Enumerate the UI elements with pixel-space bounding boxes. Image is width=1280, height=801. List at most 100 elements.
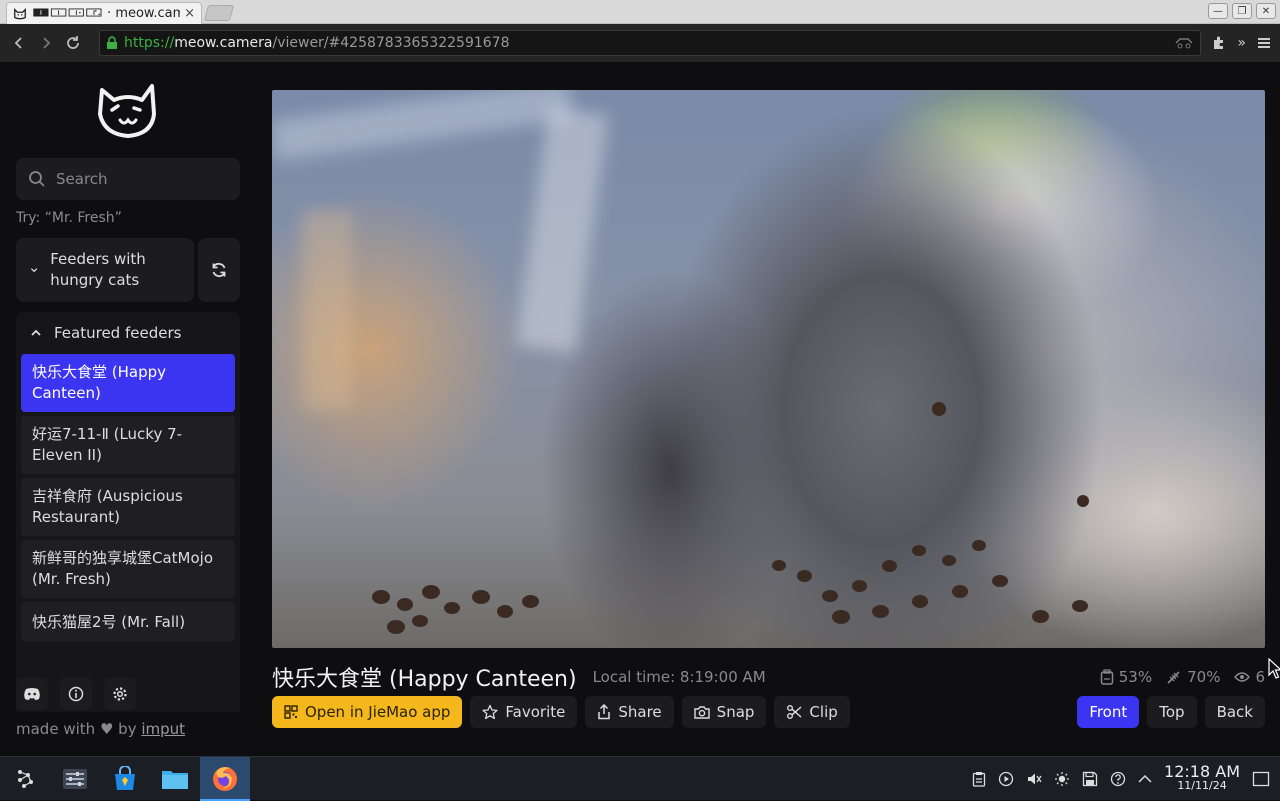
viewer-count-value: 6	[1255, 668, 1265, 686]
browser-tab[interactable]: 🀰🀱🀲🀳 · meow.camera ×	[6, 2, 202, 24]
featured-feeders-label: Featured feeders	[54, 324, 182, 342]
author-link[interactable]: imput	[141, 720, 185, 738]
feeder-stats: 53% 70% 6	[1100, 668, 1265, 686]
search-input[interactable]	[56, 170, 226, 188]
feeder-item-lucky-7-eleven[interactable]: 好运7-11-Ⅱ (Lucky 7-Eleven II)	[21, 416, 235, 474]
software-center-button[interactable]	[100, 757, 150, 801]
chevron-up-icon	[31, 329, 41, 336]
camera-icon	[693, 706, 710, 719]
view-top-button[interactable]: Top	[1147, 696, 1197, 728]
reload-icon[interactable]	[62, 32, 84, 54]
address-bar[interactable]: https://meow.camera/viewer/#425878336532…	[99, 30, 1202, 56]
scissors-icon	[787, 705, 802, 719]
firefox-icon	[213, 766, 237, 791]
extensions-icon[interactable]	[1211, 35, 1227, 51]
clip-button[interactable]: Clip	[774, 696, 850, 728]
overflow-chevron-icon[interactable]: »	[1237, 35, 1246, 51]
hungry-cats-toggle[interactable]: Feeders with hungry cats	[16, 238, 194, 302]
chevron-up-icon[interactable]	[1138, 774, 1152, 784]
favorite-button[interactable]: Favorite	[470, 696, 578, 728]
cat-favicon-icon	[14, 7, 26, 19]
feeder-item-mr-fall[interactable]: 快乐猫屋2号 (Mr. Fall)	[21, 602, 235, 642]
hungry-cats-label: Feeders with hungry cats	[50, 250, 146, 289]
snap-button[interactable]: Snap	[681, 696, 767, 728]
clip-label: Clip	[809, 703, 838, 721]
fish-bone-icon	[1167, 671, 1180, 684]
share-icon	[598, 704, 611, 720]
os-taskbar: 12:18 AM 11/11/24	[0, 756, 1280, 801]
food-level-value: 53%	[1118, 668, 1153, 686]
lock-icon	[107, 36, 117, 49]
taskbar-clock[interactable]: 12:18 AM 11/11/24	[1164, 761, 1240, 793]
settings-button[interactable]	[104, 678, 136, 710]
search-box[interactable]	[16, 158, 240, 200]
feeder-item-auspicious-restaurant[interactable]: 吉祥食府 (Auspicious Restaurant)	[21, 478, 235, 536]
by-text: by	[118, 720, 137, 738]
refresh-icon	[212, 262, 226, 278]
help-icon[interactable]	[1110, 771, 1126, 787]
system-tray: 12:18 AM 11/11/24	[972, 761, 1280, 793]
clock-time: 12:18 AM	[1164, 761, 1240, 781]
search-hint: Try: “Mr. Fresh”	[16, 210, 122, 226]
qr-code-icon	[284, 705, 298, 719]
info-button[interactable]	[60, 678, 92, 710]
restore-icon[interactable]: ❐	[1232, 3, 1252, 19]
browser-toolbar: https://meow.camera/viewer/#425878336532…	[0, 24, 1280, 62]
open-in-app-button[interactable]: Open in JieMao app	[272, 696, 463, 728]
save-disk-icon[interactable]	[1082, 771, 1098, 787]
minimize-icon[interactable]: —	[1208, 3, 1228, 19]
settings-sliders-icon	[63, 768, 87, 789]
viewer-count-stat: 6	[1234, 668, 1265, 686]
clipboard-icon[interactable]	[972, 771, 986, 787]
camera-view-switch: Front Top Back	[1077, 696, 1265, 728]
share-label: Share	[618, 703, 662, 721]
view-front-button[interactable]: Front	[1077, 696, 1140, 728]
made-with-text: made with	[16, 720, 96, 738]
feeder-item-label: 好运7-11-Ⅱ (Lucky 7-Eleven II)	[32, 425, 183, 464]
media-play-icon[interactable]	[998, 771, 1014, 787]
feeder-item-happy-canteen[interactable]: 快乐大食堂 (Happy Canteen)	[21, 354, 235, 412]
app-launcher-button[interactable]	[0, 757, 50, 801]
file-manager-button[interactable]	[150, 757, 200, 801]
view-back-button[interactable]: Back	[1204, 696, 1265, 728]
forward-icon[interactable]	[35, 32, 57, 54]
feeder-item-label: 吉祥食府 (Auspicious Restaurant)	[32, 487, 183, 526]
eye-icon	[1234, 672, 1251, 682]
share-button[interactable]: Share	[585, 696, 674, 728]
back-icon[interactable]	[8, 32, 30, 54]
discord-icon	[24, 688, 40, 700]
new-tab-button[interactable]	[203, 5, 235, 21]
snap-label: Snap	[716, 703, 755, 721]
local-time: Local time: 8:19:00 AM	[592, 668, 766, 686]
camera-feed[interactable]	[272, 90, 1265, 648]
search-icon	[29, 171, 45, 187]
food-container-icon	[1100, 669, 1114, 685]
view-front-label: Front	[1089, 703, 1128, 721]
star-icon	[482, 704, 499, 720]
clock-date: 11/11/24	[1177, 778, 1227, 792]
feeder-item-label: 快乐大食堂 (Happy Canteen)	[32, 363, 167, 402]
discord-button[interactable]	[16, 678, 48, 710]
brightness-icon[interactable]	[1054, 771, 1070, 787]
launcher-icon	[18, 769, 33, 788]
volume-muted-icon[interactable]	[1026, 771, 1042, 787]
mouse-cursor-icon	[1268, 658, 1280, 679]
show-desktop-icon[interactable]	[1252, 771, 1270, 787]
open-in-app-label: Open in JieMao app	[305, 703, 451, 721]
feeder-item-mr-fresh[interactable]: 新鲜哥的独享城堡CatMojo (Mr. Fresh)	[21, 540, 235, 598]
action-buttons: Open in JieMao app Favorite Share Snap C…	[272, 696, 850, 728]
toolbar-right: »	[1211, 35, 1272, 51]
refresh-button[interactable]	[198, 238, 240, 302]
tab-close-icon[interactable]: ×	[184, 6, 195, 21]
firefox-taskbar-button[interactable]	[200, 756, 250, 801]
url-path: /viewer/#4258783365322591678	[272, 35, 510, 51]
window-controls: — ❐ ✕	[1208, 3, 1276, 19]
shopping-bag-icon	[115, 765, 135, 790]
tab-title: 🀰🀱🀲🀳 · meow.camera	[32, 6, 181, 21]
close-window-icon[interactable]: ✕	[1256, 3, 1276, 19]
system-settings-taskbar-button[interactable]	[50, 757, 100, 801]
incognito-icon	[1175, 38, 1193, 49]
heart-icon: ♥	[99, 720, 114, 738]
menu-icon[interactable]	[1256, 35, 1272, 51]
featured-feeders-toggle[interactable]: Featured feeders	[16, 312, 240, 354]
